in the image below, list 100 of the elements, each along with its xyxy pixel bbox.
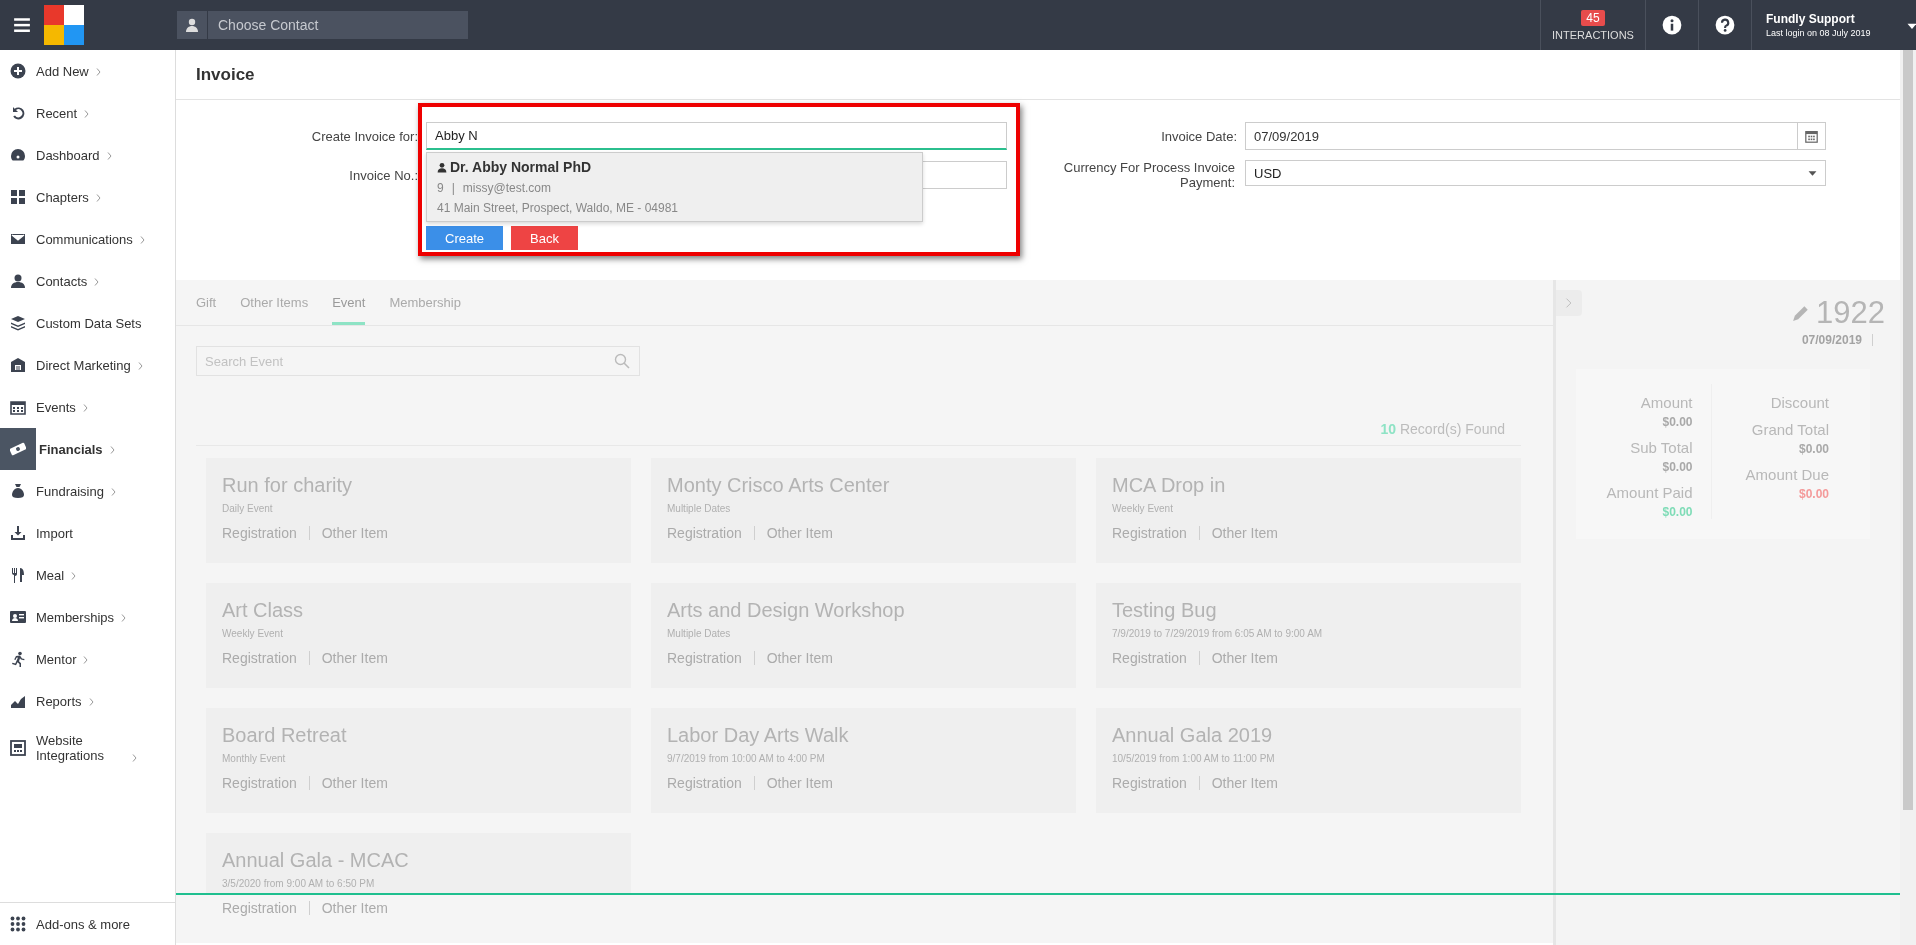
event-title: Run for charity (222, 474, 354, 497)
sidebar-item[interactable]: Fundraising (0, 470, 175, 512)
total-value: $0.00 (1798, 442, 1829, 456)
sidebar-item[interactable]: Memberships (0, 596, 175, 638)
tab[interactable]: Other Items (240, 280, 309, 325)
records-found-text: 10 Record(s) Found (1380, 421, 1505, 437)
event-link[interactable]: Registration (1112, 526, 1199, 540)
id-card-icon (10, 609, 26, 625)
event-link[interactable]: Registration (1112, 651, 1199, 665)
menu-icon[interactable] (12, 16, 32, 34)
field-label: Create Invoice for: (310, 128, 418, 144)
event-title: Art Class (222, 599, 305, 622)
person-icon (10, 273, 26, 289)
event-schedule: 3/5/2020 from 9:00 AM to 6:50 PM (222, 878, 376, 889)
caret-down-icon (1808, 168, 1817, 178)
event-link[interactable]: Other Item (308, 901, 400, 915)
event-link[interactable]: Other Item (753, 651, 845, 665)
event-schedule: 10/5/2019 from 1:00 AM to 11:00 PM (1112, 753, 1276, 764)
invoice-number: 1922 (1816, 295, 1885, 331)
layers-icon (10, 315, 26, 331)
chevron-right-icon (1564, 298, 1574, 308)
total-value: $0.00 (1662, 460, 1693, 474)
sidebar-item[interactable]: Events (0, 386, 175, 428)
calendar-icon (10, 399, 26, 415)
money-bag-icon (10, 483, 26, 499)
event-schedule: Multiple Dates (667, 628, 732, 639)
sidebar-item[interactable]: Custom Data Sets (0, 302, 175, 344)
calendar-icon[interactable] (1805, 129, 1818, 143)
event-link[interactable]: Other Item (308, 651, 400, 665)
event-schedule: 7/9/2019 to 7/29/2019 from 6:05 AM to 9:00 AM (1112, 628, 1324, 639)
field-label: Invoice Date: (1160, 128, 1237, 144)
person-icon (437, 161, 447, 173)
apps-grid-icon (10, 916, 26, 932)
scrollbar[interactable] (1903, 50, 1913, 810)
tab[interactable]: Event (332, 280, 366, 325)
logo-icon[interactable] (44, 5, 84, 45)
total-label: Amount Due (1745, 466, 1829, 483)
total-value: $0.00 (1662, 505, 1693, 519)
event-link[interactable]: Other Item (1198, 776, 1290, 790)
event-schedule: Weekly Event (222, 628, 284, 639)
field-label: Currency For Process Invoice Payment: (1062, 160, 1236, 190)
event-link[interactable]: Registration (1112, 776, 1199, 790)
area-chart-icon (10, 693, 26, 709)
total-label: Sub Total (1630, 439, 1693, 456)
event-title: MCA Drop in (1112, 474, 1227, 497)
currency-select[interactable]: USD (1245, 160, 1826, 186)
back-button[interactable]: Back (511, 226, 578, 250)
event-link[interactable]: Registration (222, 526, 309, 540)
fork-knife-icon (10, 567, 26, 583)
event-schedule: Weekly Event (1112, 503, 1174, 514)
sidebar-item[interactable]: Add New (0, 50, 175, 92)
event-link[interactable]: Other Item (1198, 526, 1290, 540)
create-invoice-for-field[interactable]: Abby N (426, 122, 1007, 150)
sidebar-item[interactable]: Mentor (0, 638, 175, 680)
event-link[interactable]: Other Item (753, 776, 845, 790)
event-schedule: Daily Event (222, 503, 274, 514)
tab[interactable]: Gift (196, 280, 217, 325)
event-link[interactable]: Other Item (308, 776, 400, 790)
total-label: Amount (1640, 394, 1693, 411)
total-value: $0.00 (1662, 415, 1693, 429)
undo-icon (10, 105, 26, 121)
total-value: $0.00 (1798, 487, 1829, 501)
event-link[interactable]: Other Item (308, 526, 400, 540)
event-schedule: Multiple Dates (667, 503, 732, 514)
building-icon (10, 357, 26, 373)
download-icon (10, 525, 26, 541)
event-link[interactable]: Other Item (1198, 651, 1290, 665)
sidebar-item[interactable]: Meal (0, 554, 175, 596)
event-link[interactable]: Registration (667, 526, 754, 540)
event-link[interactable]: Registration (222, 901, 309, 915)
event-title: Monty Crisco Arts Center (667, 474, 891, 497)
addons-menu-item[interactable]: Add-ons & more (0, 902, 175, 945)
sidebar-item[interactable]: Reports (0, 680, 175, 722)
contact-suggestion-menu[interactable]: Dr. Abby Normal PhD 9 | missy@test.com 41 Main Street, Prospect, Waldo, ME - 04981 (426, 152, 923, 222)
sidebar-item[interactable]: Communications (0, 218, 175, 260)
sidebar-item[interactable]: Contacts (0, 260, 175, 302)
sidebar-item[interactable]: Dashboard (0, 134, 175, 176)
sidebar-item[interactable]: Website Integrations (0, 722, 175, 774)
contact-search-field[interactable]: Choose Contact (208, 11, 468, 39)
user-name: Fundly Support (1766, 12, 1855, 26)
event-link[interactable]: Registration (222, 776, 309, 790)
sidebar-item[interactable]: Financials (0, 428, 175, 470)
event-title: Testing Bug (1112, 599, 1218, 622)
total-label: Amount Paid (1606, 484, 1693, 501)
invoice-date-field[interactable]: 07/09/2019 (1245, 122, 1826, 150)
help-icon[interactable] (1715, 15, 1735, 35)
event-schedule: Monthly Event (222, 753, 287, 764)
event-schedule: 9/7/2019 from 10:00 AM to 4:00 PM (667, 753, 826, 764)
event-link[interactable]: Registration (667, 776, 754, 790)
info-icon[interactable] (1662, 15, 1682, 35)
sidebar-item[interactable]: Import (0, 512, 175, 554)
sidebar-item[interactable]: Direct Marketing (0, 344, 175, 386)
event-link[interactable]: Registration (222, 651, 309, 665)
create-button[interactable]: Create (426, 226, 504, 250)
add-icon (10, 63, 26, 79)
sidebar-item[interactable]: Chapters (0, 176, 175, 218)
sidebar-item[interactable]: Recent (0, 92, 175, 134)
event-link[interactable]: Registration (667, 651, 754, 665)
tab[interactable]: Membership (389, 280, 461, 325)
event-link[interactable]: Other Item (753, 526, 845, 540)
